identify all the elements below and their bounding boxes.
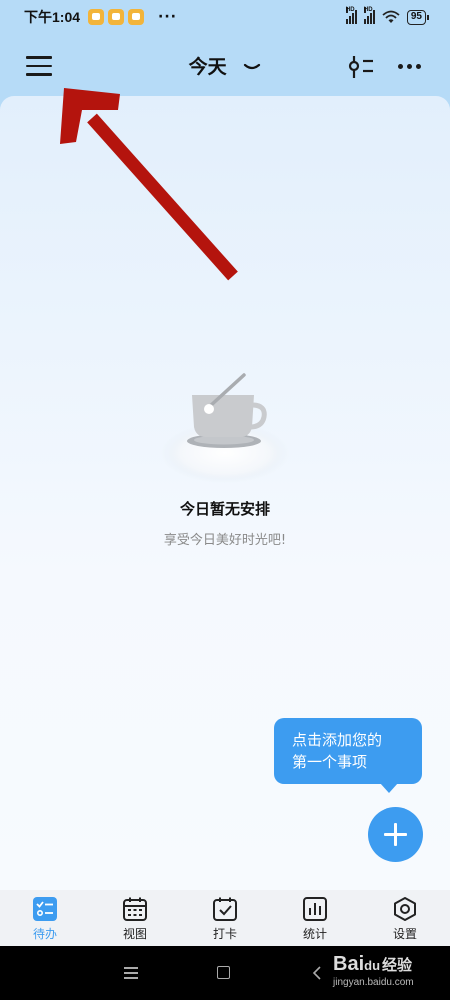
add-item-tooltip[interactable]: 点击添加您的 第一个事项 [274, 718, 422, 793]
tooltip-line-1: 点击添加您的 [292, 731, 383, 749]
recent-apps-button[interactable] [124, 967, 138, 979]
settings-icon [394, 897, 416, 921]
back-button[interactable] [312, 966, 322, 980]
tab-todo[interactable]: 待办 [0, 890, 90, 946]
annotation-arrow [60, 88, 238, 281]
watermark-paw: du [364, 958, 381, 973]
tab-label: 统计 [302, 927, 327, 941]
tooltip-line-2: 第一个事项 [292, 753, 368, 771]
add-item-button[interactable] [368, 807, 423, 862]
watermark-url: jingyan.baidu.com [333, 977, 414, 988]
watermark-logo: Bai [333, 953, 365, 975]
tab-label: 待办 [32, 927, 57, 941]
tab-label: 打卡 [212, 927, 237, 941]
app-screen: 下午1:04 ··· HD HD 95 今天 今日暂无安排 享受今日美好时光吧!… [0, 0, 450, 1000]
coffee-cup-illustration [160, 371, 290, 486]
empty-state-title: 今日暂无安排 [179, 500, 270, 518]
tab-label: 视图 [122, 927, 147, 941]
baidu-jingyan-watermark: Baidu 经验 jingyan.baidu.com [333, 953, 414, 988]
tab-view[interactable]: 视图 [90, 890, 180, 946]
todo-icon [33, 897, 57, 921]
watermark-brand: 经验 [382, 957, 413, 974]
tab-label: 设置 [392, 927, 417, 941]
checkin-icon [213, 897, 237, 921]
tab-checkin[interactable]: 打卡 [180, 890, 270, 946]
stats-icon [303, 897, 327, 921]
home-button[interactable] [217, 966, 230, 979]
bottom-tab-bar: 待办 视图 打卡 统计 设置 [0, 890, 450, 946]
tab-stats[interactable]: 统计 [270, 890, 360, 946]
system-navigation-bar: Baidu 经验 jingyan.baidu.com [0, 946, 450, 1000]
empty-state-subtitle: 享受今日美好时光吧! [163, 533, 287, 548]
calendar-icon [123, 897, 147, 921]
tab-settings[interactable]: 设置 [360, 890, 450, 946]
